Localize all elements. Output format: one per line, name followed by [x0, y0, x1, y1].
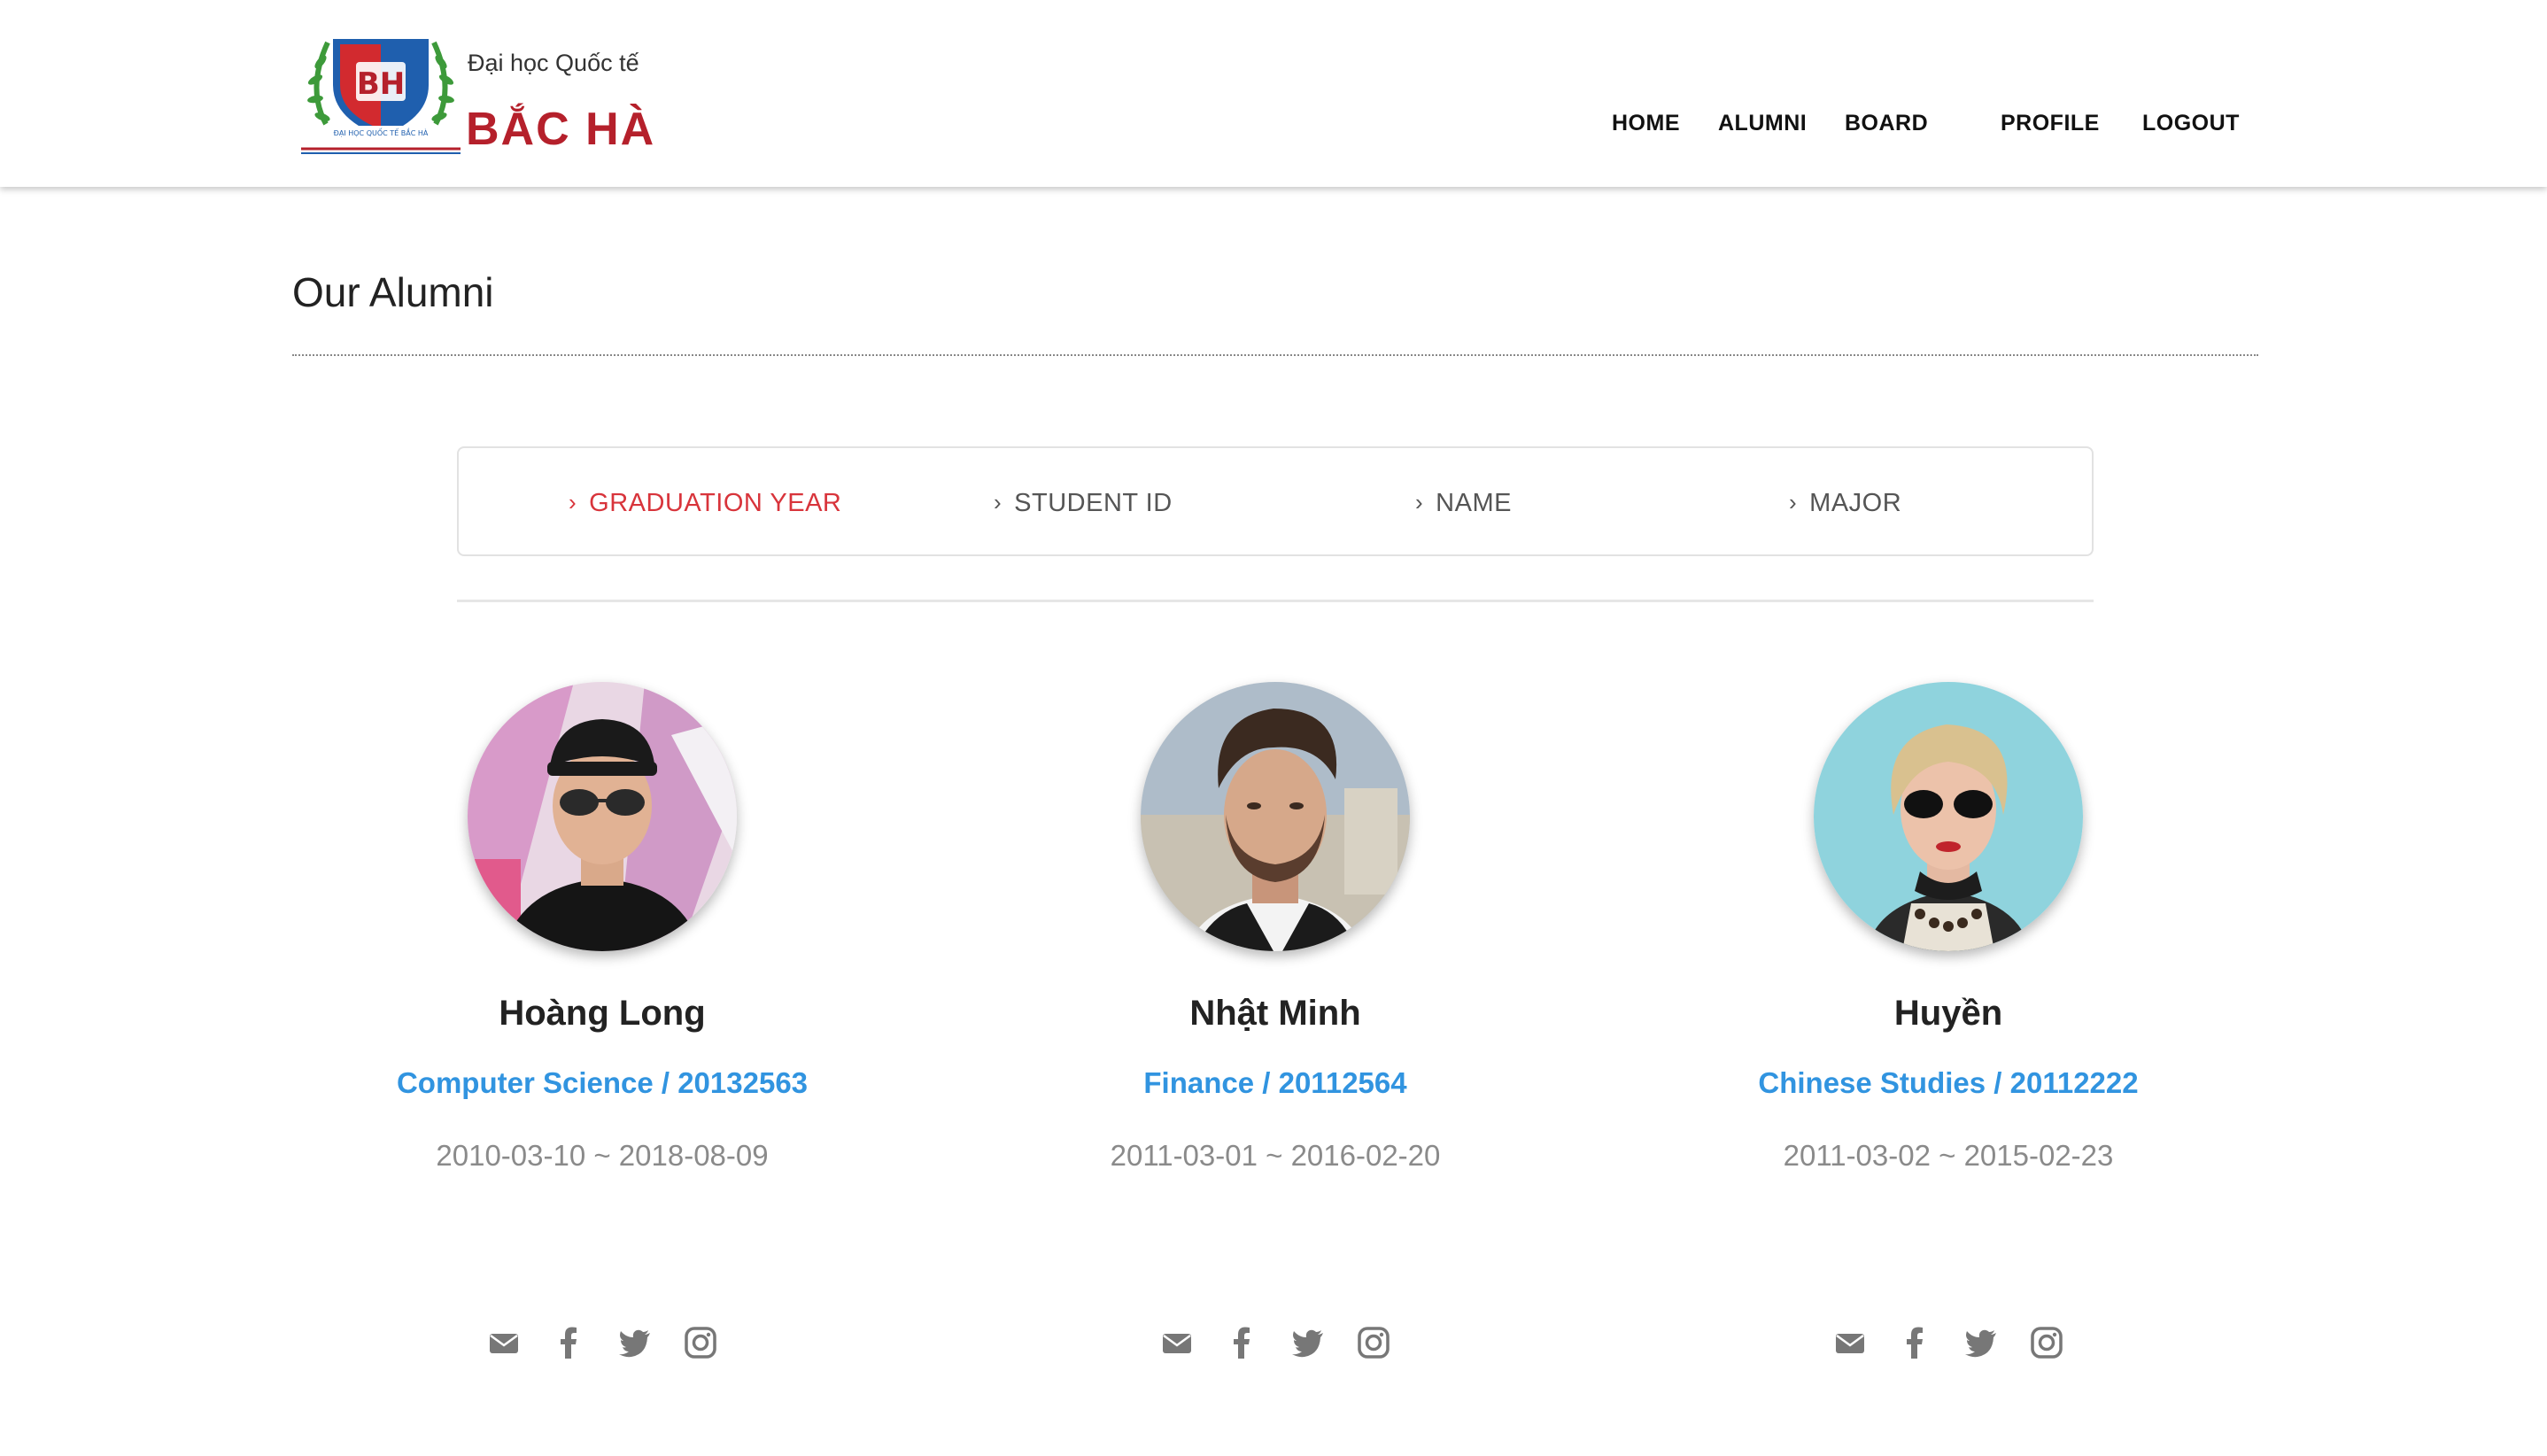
- avatar[interactable]: [468, 682, 737, 951]
- nav-logout[interactable]: LOGOUT: [2142, 111, 2240, 136]
- instagram-icon[interactable]: [1356, 1325, 1391, 1360]
- alumni-dates: 2011-03-02 ~ 2015-02-23: [1783, 1139, 2114, 1172]
- filter-label: GRADUATION YEAR: [589, 489, 842, 517]
- filter-label: STUDENT ID: [1014, 489, 1173, 517]
- alumni-dates: 2011-03-01 ~ 2016-02-20: [1110, 1139, 1441, 1172]
- chevron-right-icon: ›: [1789, 489, 1798, 515]
- filter-graduation-year[interactable]: › GRADUATION YEAR: [569, 489, 841, 518]
- filter-label: NAME: [1436, 489, 1512, 517]
- filter-divider: [457, 600, 2094, 602]
- avatar[interactable]: [1141, 682, 1410, 951]
- site-header: BH ĐẠI HỌC QUỐC TẾ BẮC HÀ Đại học Quốc t…: [0, 0, 2547, 187]
- alumni-card: Huyền Chinese Studies / 20112222 2011-03…: [1612, 682, 2285, 1390]
- twitter-icon[interactable]: [1290, 1325, 1326, 1360]
- nav-alumni[interactable]: ALUMNI: [1718, 111, 1807, 136]
- filter-student-id[interactable]: › STUDENT ID: [994, 489, 1173, 518]
- facebook-icon[interactable]: [1225, 1325, 1260, 1360]
- alumni-card: Nhật Minh Finance / 20112564 2011-03-01 …: [939, 682, 1612, 1390]
- social-links: [939, 1323, 1612, 1362]
- filter-major[interactable]: › MAJOR: [1789, 489, 1901, 518]
- page-title: Our Alumni: [292, 269, 494, 315]
- filter-label: MAJOR: [1809, 489, 1902, 517]
- alumni-major-id[interactable]: Computer Science / 20132563: [266, 1066, 939, 1100]
- alumni-name: Hoàng Long: [499, 994, 706, 1033]
- alumni-name: Nhật Minh: [1189, 994, 1361, 1033]
- alumni-card: Hoàng Long Computer Science / 20132563 2…: [266, 682, 939, 1390]
- twitter-icon[interactable]: [1963, 1325, 1999, 1360]
- nav-profile[interactable]: PROFILE: [2001, 111, 2100, 136]
- sort-filter-bar: › GRADUATION YEAR › STUDENT ID › NAME › MAJO…: [457, 446, 2094, 556]
- social-links: [266, 1323, 939, 1362]
- filter-name[interactable]: › NAME: [1415, 489, 1512, 518]
- instagram-icon[interactable]: [683, 1325, 718, 1360]
- nav-board[interactable]: BOARD: [1845, 111, 1928, 136]
- envelope-icon[interactable]: [1832, 1325, 1868, 1360]
- chevron-right-icon: ›: [1415, 489, 1424, 515]
- title-divider: [292, 354, 2258, 356]
- avatar[interactable]: [1814, 682, 2083, 951]
- chevron-right-icon: ›: [994, 489, 1003, 515]
- alumni-major-id[interactable]: Chinese Studies / 20112222: [1612, 1066, 2285, 1100]
- main-nav: HOME ALUMNI BOARD PROFILE LOGOUT: [0, 111, 2547, 146]
- chevron-right-icon: ›: [569, 489, 577, 515]
- emblem-letters: BH: [357, 66, 405, 102]
- alumni-major-id[interactable]: Finance / 20112564: [939, 1066, 1612, 1100]
- nav-home[interactable]: HOME: [1612, 111, 1680, 136]
- facebook-icon[interactable]: [552, 1325, 587, 1360]
- envelope-icon[interactable]: [1159, 1325, 1195, 1360]
- brand-subtitle: Đại học Quốc tế: [468, 50, 639, 76]
- social-links: [1612, 1323, 2285, 1362]
- envelope-icon[interactable]: [486, 1325, 522, 1360]
- twitter-icon[interactable]: [617, 1325, 653, 1360]
- alumni-dates: 2010-03-10 ~ 2018-08-09: [436, 1139, 769, 1172]
- facebook-icon[interactable]: [1898, 1325, 1933, 1360]
- instagram-icon[interactable]: [2029, 1325, 2064, 1360]
- alumni-name: Huyền: [1893, 994, 2003, 1033]
